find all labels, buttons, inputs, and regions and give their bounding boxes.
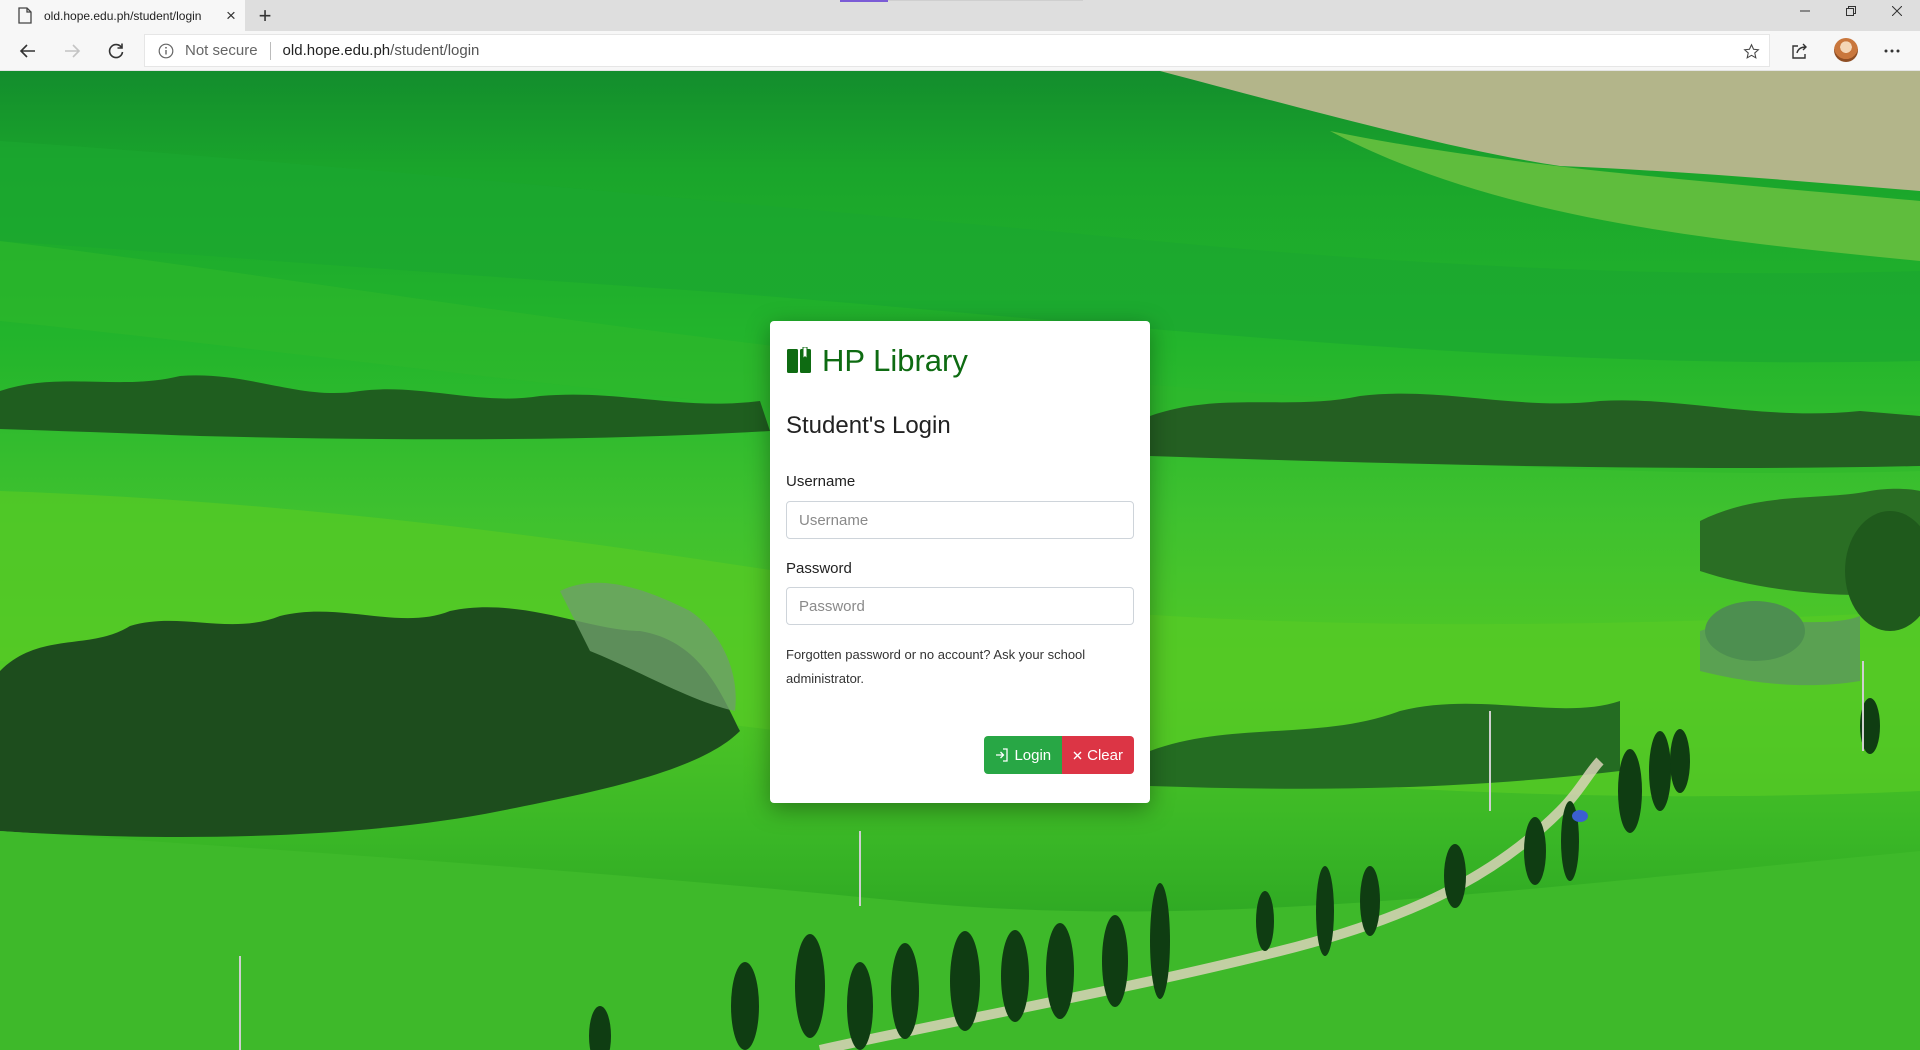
restore-icon[interactable]	[1828, 0, 1874, 22]
more-icon[interactable]	[1876, 35, 1908, 67]
times-icon	[1073, 751, 1082, 760]
page-title: Student's Login	[786, 412, 951, 439]
url-host: old.hope.edu.ph	[282, 42, 391, 59]
active-tab[interactable]: old.hope.edu.ph/student/login ×	[0, 0, 245, 31]
tab-strip-divider	[888, 0, 1083, 1]
username-label: Username	[786, 473, 856, 490]
address-separator	[269, 41, 271, 60]
login-card: HP Library Student's Login Username Pass…	[770, 321, 1150, 803]
share-icon[interactable]	[1784, 35, 1816, 67]
password-label: Password	[786, 560, 852, 577]
avatar[interactable]	[1834, 38, 1858, 62]
username-input[interactable]	[786, 501, 1134, 539]
address-bar[interactable]: Not secure old.hope.edu.ph/student/login	[144, 34, 1770, 67]
clear-button[interactable]: Clear	[1062, 736, 1134, 774]
tab-strip: old.hope.edu.ph/student/login × +	[0, 0, 1920, 31]
sign-in-icon	[995, 748, 1009, 762]
brand: HP Library	[786, 343, 968, 379]
tab-title: old.hope.edu.ph/student/login	[44, 8, 202, 23]
page-background: HP Library Student's Login Username Pass…	[0, 71, 1920, 1050]
star-icon[interactable]	[1741, 41, 1761, 61]
info-icon[interactable]	[157, 42, 175, 60]
book-icon	[786, 347, 812, 375]
close-icon[interactable]	[1874, 0, 1920, 22]
refresh-icon[interactable]	[100, 35, 132, 67]
minimize-icon[interactable]	[1782, 0, 1828, 22]
navigation-bar: Not secure old.hope.edu.ph/student/login	[0, 31, 1920, 71]
clear-button-label: Clear	[1087, 746, 1123, 764]
tab-close-icon[interactable]: ×	[217, 2, 245, 30]
security-status: Not secure	[185, 42, 258, 59]
login-button[interactable]: Login	[984, 736, 1063, 774]
page-icon	[18, 7, 32, 24]
new-tab-button[interactable]: +	[252, 3, 278, 29]
window-controls	[1782, 0, 1920, 22]
back-icon[interactable]	[12, 35, 44, 67]
form-actions: Login Clear	[984, 736, 1134, 774]
url-text[interactable]: old.hope.edu.ph/student/login	[283, 42, 480, 59]
tab-strip-accent	[840, 0, 888, 2]
password-input[interactable]	[786, 587, 1134, 625]
forward-icon[interactable]	[56, 35, 88, 67]
help-text: Forgotten password or no account? Ask yo…	[786, 647, 1086, 686]
login-button-label: Login	[1014, 746, 1052, 764]
url-path: /student/login	[390, 42, 480, 59]
brand-title: HP Library	[822, 343, 968, 378]
